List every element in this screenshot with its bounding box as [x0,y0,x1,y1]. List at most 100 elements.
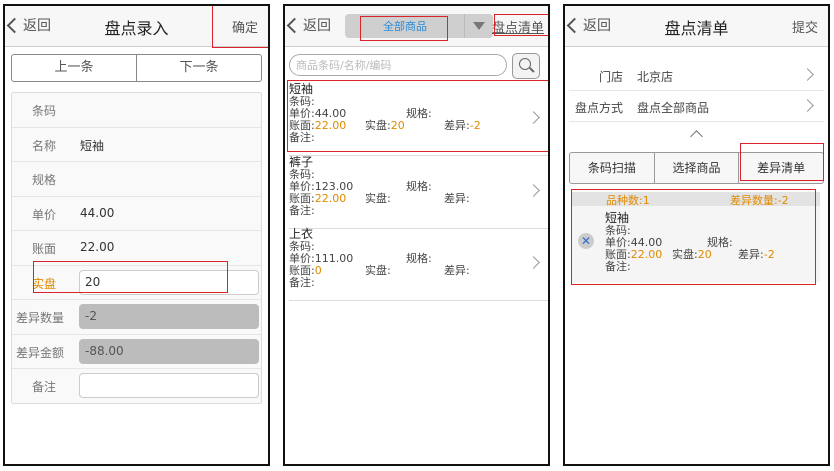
store-label: 门店 [599,70,624,84]
field-label: 备注 [31,380,56,394]
select-product-button[interactable]: 选择商品 [653,153,739,183]
item-spec: 规格: [406,252,432,265]
submit-button[interactable]: 提交 [792,17,818,36]
actual-label: 实盘: [365,192,391,205]
chevron-up-icon[interactable] [690,130,703,143]
field-barcode: 条码 [12,93,261,128]
back-button[interactable]: 返回 [6,15,51,35]
delete-icon[interactable]: ✕ [578,233,594,249]
search-input[interactable]: 商品条码/名称/编码 [289,54,507,76]
stock-list-button[interactable]: 盘点清单 [492,17,544,36]
field-label: 条码 [31,104,56,118]
field-spec: 规格 [12,162,261,197]
diff-value: -2 [763,248,775,261]
category-dropdown[interactable]: 全部商品 [345,14,493,38]
store-value: 北京店 [637,70,674,84]
screen-stock-list: 返回 盘点清单 提交 门店 北京店 盘点方式 盘点全部商品 条码扫描 选择商品 … [563,4,830,466]
diff-label: 差异: [444,119,470,132]
entry-form: 条码 名称 短袖 规格 单价 44.00 账面 22.00 实盘 20 差异数量… [11,92,262,404]
field-value: 短袖 [80,138,105,153]
back-button[interactable]: 返回 [566,15,611,35]
list-item[interactable]: ✕ 短袖 条码: 单价:44.00 账面:22.00 备注: 规格: 实盘:20… [572,206,820,282]
back-label: 返回 [583,18,611,34]
dropdown-toggle[interactable] [464,14,493,38]
triangle-down-icon [473,22,485,30]
remark-input[interactable] [79,373,259,398]
diff-value: -2 [469,119,481,132]
back-button[interactable]: 返回 [286,15,331,35]
item-name: 裤子 [289,155,314,169]
next-button[interactable]: 下一条 [136,55,261,81]
diff-list-button[interactable]: 差异清单 [738,153,823,183]
method-row[interactable]: 盘点方式 盘点全部商品 [569,91,824,122]
item-diff: 差异: [444,265,470,277]
confirm-button[interactable]: 确定 [232,17,258,36]
field-label: 账面 [31,242,56,256]
item-actual: 实盘: [365,193,391,205]
diff-qty-value: -2 [79,304,259,329]
chevron-left-icon [286,17,303,33]
field-label: 差异金额 [15,345,64,360]
actual-value: 20 [697,248,712,261]
item-spec: 规格: [406,107,432,120]
screen-stock-entry: 返回 盘点录入 确定 上一条 下一条 条码 名称 短袖 规格 单价 44.00 … [3,4,270,466]
chevron-left-icon [6,17,23,33]
diff-label: 差异: [738,248,764,261]
item-diff: 差异:-2 [738,249,775,261]
field-book: 账面 22.00 [12,231,261,266]
field-value: 22.00 [80,240,115,254]
store-row[interactable]: 门店 北京店 [569,60,824,91]
list-item[interactable]: 短袖 条码: 单价:44.00 规格: 账面:22.00 实盘:20 差异:-2… [289,83,548,156]
item-actual: 实盘: [365,265,391,277]
book-value: 0 [314,264,322,277]
actual-label: 实盘: [365,264,391,277]
action-buttons: 条码扫描 选择商品 差异清单 [569,152,824,184]
item-actual: 实盘:20 [672,249,712,261]
barcode-scan-button[interactable]: 条码扫描 [570,153,654,183]
book-value: 22.00 [314,119,347,132]
item-details: 短袖 条码: 单价:44.00 账面:22.00 备注: [605,212,662,273]
item-remark: 备注: [289,204,315,217]
item-name: 短袖 [289,82,314,96]
book-value: 22.00 [314,192,347,205]
chevron-right-icon [801,68,814,81]
field-name: 名称 短袖 [12,128,261,162]
list-item[interactable]: 上衣 条码: 单价:111.00 规格: 账面:0 实盘: 差异: 备注: [289,228,548,301]
field-label: 实盘 [31,276,56,291]
nav-bar: 返回 盘点录入 确定 [5,6,268,47]
field-diff-amt: 差异金额 -88.00 [12,335,261,369]
field-label: 规格 [31,173,56,187]
actual-label: 实盘: [365,119,391,132]
item-book-line: 账面:22.00 [289,193,548,205]
field-remark: 备注 [12,369,261,403]
item-name: 上衣 [289,227,314,241]
dropdown-label: 全部商品 [383,20,427,33]
prev-button[interactable]: 上一条 [12,55,136,81]
diff-label: 差异: [444,192,470,205]
actual-count-input[interactable]: 20 [79,269,259,295]
chevron-left-icon [566,17,583,33]
prev-next-control: 上一条 下一条 [11,54,262,82]
method-value: 盘点全部商品 [637,101,710,115]
item-diff: 差异:-2 [444,120,481,132]
actual-label: 实盘: [672,248,698,261]
search-button[interactable] [512,53,540,79]
diff-amount-value: -88.00 [79,338,259,364]
screen-product-list: 返回 全部商品 盘点清单 商品条码/名称/编码 短袖 条码: 单价:44.00 … [283,4,550,466]
list-item[interactable]: 裤子 条码: 单价:123.00 规格: 账面:22.00 实盘: 差异: 备注… [289,156,548,229]
field-label: 差异数量 [15,311,64,325]
actual-value: 20 [390,119,405,132]
item-book-line: 账面:22.00 [289,120,548,132]
item-diff: 差异: [444,193,470,205]
item-book-line: 账面:0 [289,265,548,277]
item-remark: 备注: [289,276,315,289]
field-actual: 实盘 20 [12,266,261,300]
item-actual: 实盘:20 [365,120,405,132]
field-label: 单价 [31,207,56,222]
diff-label: 差异: [444,264,470,277]
field-diff-qty: 差异数量 -2 [12,300,261,335]
item-remark: 备注: [605,260,631,273]
field-price: 单价 44.00 [12,197,261,231]
item-spec: 规格: [406,180,432,193]
field-value: 44.00 [80,205,115,220]
